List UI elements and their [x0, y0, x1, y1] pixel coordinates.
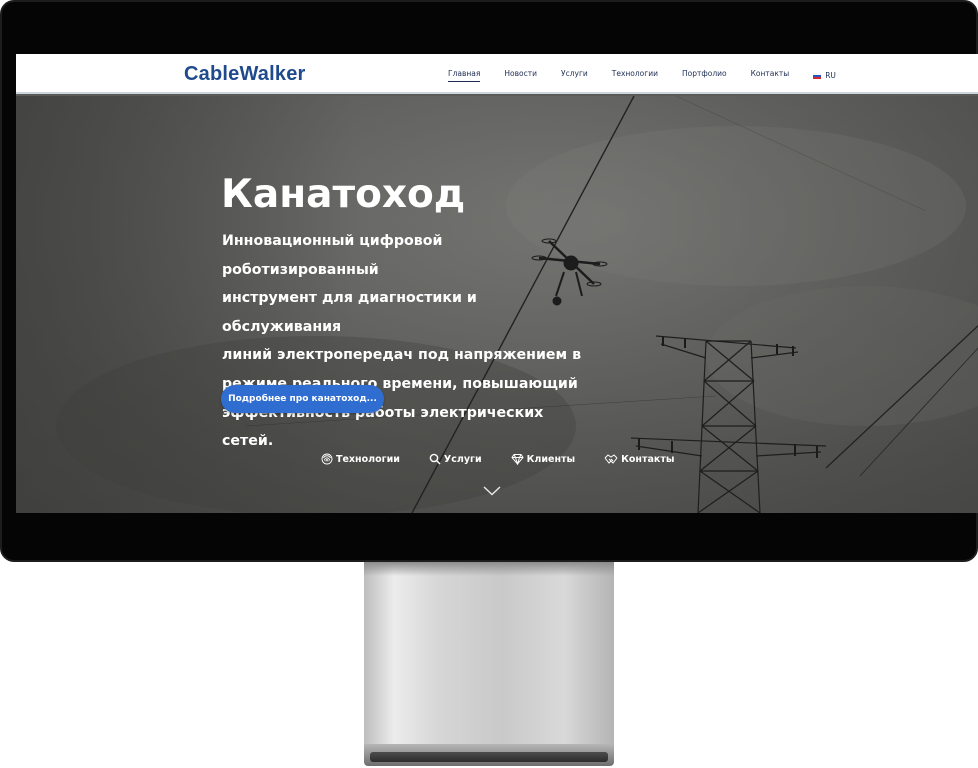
- nav-item-home[interactable]: Главная: [448, 69, 481, 82]
- hero-description: Инновационный цифровой роботизированный …: [222, 227, 582, 456]
- nav-item-news[interactable]: Новости: [504, 69, 537, 82]
- quick-link-label: Контакты: [621, 453, 675, 465]
- diamond-icon: [511, 454, 524, 465]
- hero-description-line: инструмент для диагностики и обслуживани…: [222, 290, 477, 335]
- monitor-stand-base: [364, 744, 614, 766]
- hero-description-line: Инновационный цифровой роботизированный: [222, 233, 443, 278]
- hero-description-line: линий электропередач под напряжением в: [222, 347, 582, 364]
- learn-more-button[interactable]: Подробнее про канатоход...: [221, 385, 384, 413]
- handshake-icon: [604, 454, 618, 464]
- site-header: CableWalker Главная Новости Услуги Техно…: [16, 54, 978, 94]
- nav-item-technologies[interactable]: Технологии: [612, 69, 658, 82]
- monitor-frame: CableWalker Главная Новости Услуги Техно…: [0, 0, 978, 562]
- quick-link-services[interactable]: Услуги: [429, 453, 482, 465]
- monitor-stand: [364, 562, 614, 744]
- browser-viewport: CableWalker Главная Новости Услуги Техно…: [16, 54, 978, 513]
- quick-link-clients[interactable]: Клиенты: [511, 453, 575, 465]
- main-nav: Главная Новости Услуги Технологии Портфо…: [448, 69, 836, 82]
- fingerprint-icon: [321, 453, 333, 465]
- quick-link-label: Услуги: [443, 453, 482, 465]
- stand-shadow: [364, 562, 614, 576]
- search-icon: [429, 453, 441, 465]
- nav-item-portfolio[interactable]: Портфолио: [682, 69, 727, 82]
- quick-link-label: Технологии: [336, 453, 400, 465]
- quick-link-contacts[interactable]: Контакты: [604, 453, 674, 465]
- nav-item-contacts[interactable]: Контакты: [751, 69, 790, 82]
- hero-title: Канатоход: [221, 172, 466, 217]
- language-switcher[interactable]: RU: [813, 69, 836, 82]
- hero-section: Канатоход Инновационный цифровой роботиз…: [16, 96, 978, 513]
- language-label: RU: [825, 71, 836, 80]
- quick-links: Технологии Услуги Клиенты Контакты: [321, 453, 703, 465]
- site-logo[interactable]: CableWalker: [184, 63, 306, 86]
- russian-flag-icon: [813, 72, 822, 79]
- stand-base-edge: [370, 752, 608, 762]
- quick-link-technologies[interactable]: Технологии: [321, 453, 400, 465]
- chevron-down-icon[interactable]: [483, 486, 501, 496]
- nav-item-services[interactable]: Услуги: [561, 69, 588, 82]
- quick-link-label: Клиенты: [526, 453, 576, 465]
